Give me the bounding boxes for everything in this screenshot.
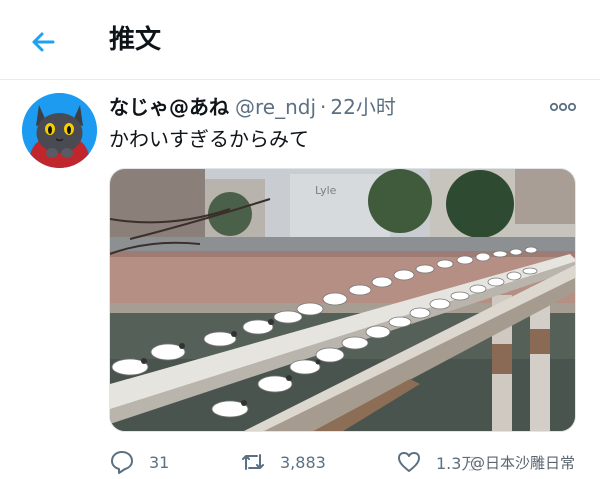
- tweet-timestamp[interactable]: 22小时: [330, 95, 395, 119]
- back-arrow-icon[interactable]: [24, 24, 60, 60]
- reply-count: 31: [149, 452, 170, 472]
- building-sign: Lyle: [315, 184, 337, 197]
- author-display-name[interactable]: なじゃ@あね: [109, 95, 229, 119]
- heart-icon: [398, 452, 420, 472]
- top-bar: 推文: [0, 0, 600, 80]
- page-title: 推文: [109, 25, 162, 55]
- retweet-icon: [242, 454, 264, 470]
- retweet-button[interactable]: 3,883: [240, 445, 326, 479]
- tweet-text: かわいすぎるからみて: [109, 127, 309, 151]
- separator-dot: ·: [320, 95, 327, 119]
- more-options-icon[interactable]: [548, 96, 578, 118]
- reply-icon: [111, 451, 133, 474]
- like-button[interactable]: 1.3万: [396, 445, 477, 479]
- gulls-on-pipe-photo: Lyle: [110, 169, 575, 431]
- avatar[interactable]: [22, 93, 97, 168]
- reply-button[interactable]: 31: [109, 445, 169, 479]
- author-handle[interactable]: @re_ndj: [235, 95, 316, 119]
- retweet-count: 3,883: [280, 452, 326, 472]
- tweet-author-line: なじゃ@あね @re_ndj · 22小时: [109, 92, 396, 122]
- tweet-photo[interactable]: Lyle: [109, 168, 576, 432]
- weibo-watermark: @日本沙雕日常: [470, 452, 576, 473]
